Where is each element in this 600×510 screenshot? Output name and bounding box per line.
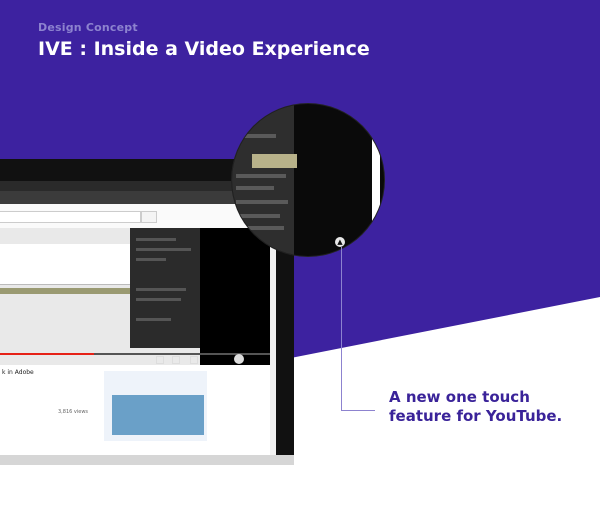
video-content-panel xyxy=(130,228,200,348)
feature-caption: A new one touch feature for YouTube. xyxy=(389,388,563,425)
video-info-area: k in Adobe 3,816 views xyxy=(0,365,270,455)
search-input[interactable] xyxy=(0,211,141,223)
sidebar-ad[interactable] xyxy=(104,371,207,441)
video-frame xyxy=(0,228,200,365)
callout-line xyxy=(341,247,342,411)
subtitles-icon[interactable] xyxy=(172,356,180,364)
video-progress-bar[interactable] xyxy=(0,353,270,355)
settings-icon[interactable] xyxy=(156,356,164,364)
page-title: IVE : Inside a Video Experience xyxy=(38,38,370,60)
callout-line-horizontal xyxy=(341,410,375,411)
fullscreen-icon[interactable] xyxy=(190,356,198,364)
video-title: k in Adobe xyxy=(2,369,34,376)
touch-button-icon[interactable] xyxy=(234,354,244,364)
video-player[interactable] xyxy=(0,228,270,365)
search-icon[interactable] xyxy=(141,211,157,223)
design-concept-label: Design Concept xyxy=(38,21,138,34)
zoom-lens xyxy=(232,104,384,256)
laptop-base xyxy=(0,455,294,465)
view-count: 3,816 views xyxy=(58,409,89,415)
touch-button-icon[interactable]: ▲ xyxy=(335,237,345,247)
